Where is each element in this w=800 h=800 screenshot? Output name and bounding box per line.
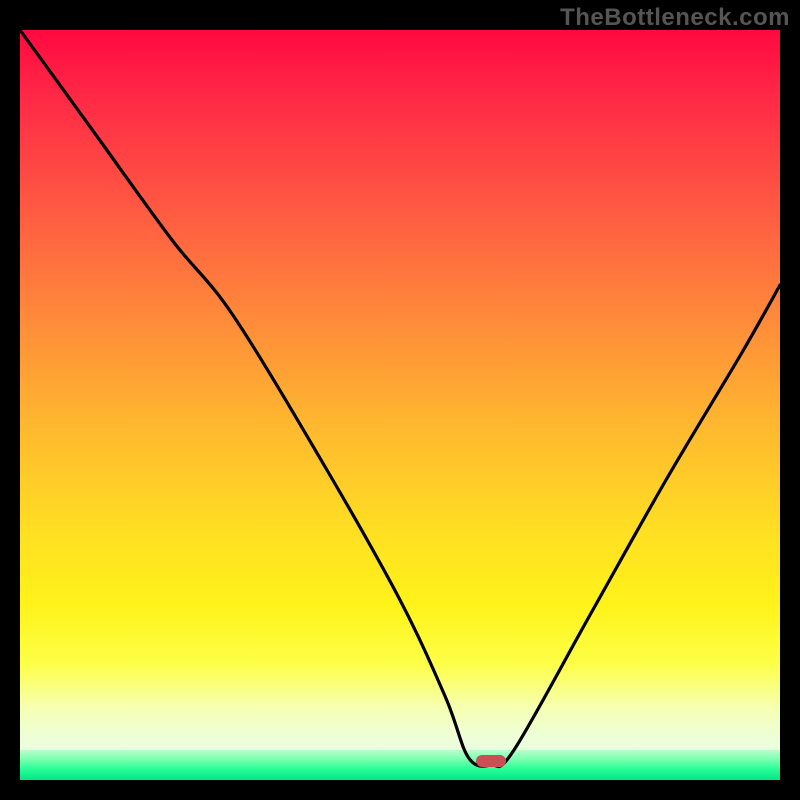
- curve-svg: [20, 30, 780, 780]
- bottleneck-curve: [20, 30, 780, 766]
- plot-area: [20, 30, 780, 780]
- watermark-text: TheBottleneck.com: [560, 4, 790, 32]
- optimal-marker: [476, 755, 506, 767]
- chart-frame: TheBottleneck.com: [0, 0, 800, 800]
